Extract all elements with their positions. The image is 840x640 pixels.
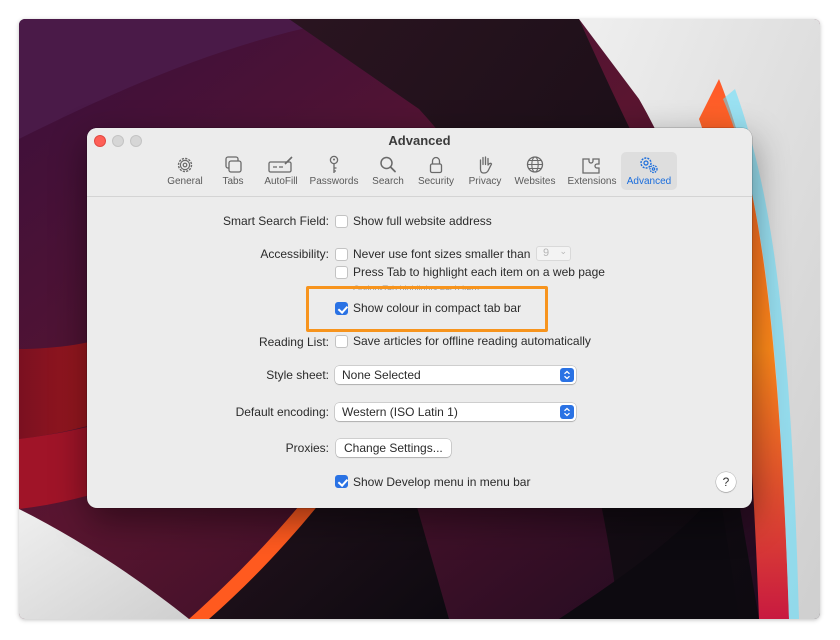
smart-search-label: Smart Search Field: xyxy=(222,214,329,228)
preferences-toolbar: General Tabs AutoFill Passwords Search S… xyxy=(87,152,752,190)
chevron-down-icon: ⌄ xyxy=(559,246,567,256)
min-font-size-text: Never use font sizes smaller than xyxy=(353,247,531,261)
press-tab-text: Press Tab to highlight each item on a we… xyxy=(353,265,605,279)
min-font-size-value: 9 xyxy=(543,247,550,259)
puzzle-icon xyxy=(582,158,600,174)
show-full-address-text: Show full website address xyxy=(353,214,492,228)
show-full-address-checkbox[interactable] xyxy=(335,215,348,228)
gear-icon xyxy=(177,157,193,173)
tab-extensions-label: Extensions xyxy=(567,176,617,187)
default-encoding-popup[interactable]: Western (ISO Latin 1) xyxy=(335,403,576,421)
toolbar-divider xyxy=(87,196,752,197)
tab-security-label: Security xyxy=(417,176,455,187)
tab-extensions[interactable]: Extensions xyxy=(564,152,620,190)
min-font-size-checkbox[interactable] xyxy=(335,248,348,261)
tab-passwords-label: Passwords xyxy=(309,176,359,187)
key-icon xyxy=(329,155,339,173)
accessibility-label: Accessibility: xyxy=(260,247,329,261)
updown-chevron-icon xyxy=(560,368,574,382)
min-font-size-select[interactable]: 9 ⌄ xyxy=(536,246,571,261)
hand-icon xyxy=(479,156,493,174)
tab-autofill-label: AutoFill xyxy=(264,176,298,187)
help-button[interactable]: ? xyxy=(716,472,736,492)
develop-menu-text: Show Develop menu in menu bar xyxy=(353,475,531,489)
lock-icon xyxy=(429,156,443,174)
search-icon xyxy=(380,156,396,173)
tab-advanced[interactable]: Advanced xyxy=(621,152,677,190)
tabs-icon xyxy=(225,156,242,173)
default-encoding-value: Western (ISO Latin 1) xyxy=(342,405,458,419)
tab-autofill[interactable]: AutoFill xyxy=(253,152,309,190)
style-sheet-label: Style sheet: xyxy=(266,368,329,382)
tab-passwords[interactable]: Passwords xyxy=(306,152,362,190)
press-tab-checkbox[interactable] xyxy=(335,266,348,279)
style-sheet-popup[interactable]: None Selected xyxy=(335,366,576,384)
updown-chevron-icon xyxy=(560,405,574,419)
tab-privacy-label: Privacy xyxy=(468,176,502,187)
highlight-box xyxy=(306,286,548,332)
tab-websites-label: Websites xyxy=(514,176,556,187)
window-title: Advanced xyxy=(388,133,451,148)
tab-websites[interactable]: Websites xyxy=(507,152,563,190)
develop-menu-checkbox[interactable] xyxy=(335,475,348,488)
default-encoding-label: Default encoding: xyxy=(235,405,329,419)
tab-privacy[interactable]: Privacy xyxy=(457,152,513,190)
tab-security[interactable]: Security xyxy=(408,152,464,190)
gears-icon xyxy=(640,157,658,174)
autofill-icon xyxy=(268,156,293,173)
reading-list-label: Reading List: xyxy=(258,335,329,349)
proxies-label: Proxies: xyxy=(285,441,329,455)
change-settings-button[interactable]: Change Settings... xyxy=(336,439,451,457)
offline-reading-checkbox[interactable] xyxy=(335,335,348,348)
style-sheet-value: None Selected xyxy=(342,368,421,382)
titlebar: Advanced General Tabs AutoFill Passwords… xyxy=(87,128,752,196)
offline-reading-text: Save articles for offline reading automa… xyxy=(353,334,591,348)
globe-icon xyxy=(526,156,544,173)
tab-advanced-label: Advanced xyxy=(626,176,672,187)
